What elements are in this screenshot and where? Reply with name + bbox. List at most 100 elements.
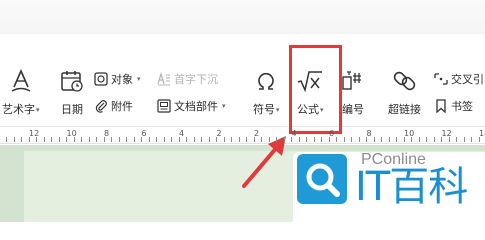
hyperlink-button[interactable]: 超链接 [388, 68, 421, 117]
ruler-tick [13, 137, 15, 142]
ruler-tick [261, 137, 262, 142]
ruler-tick [6, 137, 7, 142]
ruler-tick [223, 137, 225, 142]
ruler-tick [148, 137, 150, 142]
ruler-tick [231, 137, 232, 142]
object-icon [94, 72, 108, 86]
magnifier-logo-icon [297, 154, 347, 204]
ruler-tick [51, 137, 52, 142]
ruler-tick [321, 137, 322, 142]
ruler-tick [426, 137, 427, 142]
omega-icon [253, 68, 279, 94]
bookmark-icon [434, 99, 448, 113]
drop-cap-icon [157, 72, 171, 86]
ruler-tick [21, 137, 22, 142]
paperclip-icon [94, 99, 108, 113]
ruler-tick [433, 137, 435, 142]
ruler-number: 6 [141, 129, 147, 138]
ruler-number: 6 [329, 129, 335, 138]
document-parts-icon [157, 99, 171, 113]
object-button[interactable]: 对象 ▾ [94, 71, 141, 87]
wordart-button[interactable]: 艺术字▾ [2, 68, 40, 117]
ruler-tick [126, 137, 127, 142]
symbol-label: 符号 [253, 103, 275, 116]
ruler-tick [456, 137, 457, 142]
ruler-tick [186, 137, 187, 142]
calendar-icon [59, 68, 85, 94]
document-parts-button[interactable]: 文档部件 ▾ [157, 98, 226, 114]
ruler-tick [238, 137, 240, 142]
ruler-tick [418, 137, 420, 142]
ruler-tick [81, 137, 82, 142]
ruler-tick [343, 137, 345, 142]
drop-cap-button[interactable]: 首字下沉 [157, 71, 218, 87]
symbol-button[interactable]: 符号▾ [253, 68, 280, 117]
ruler-tick [111, 137, 112, 142]
hyperlink-label: 超链接 [388, 103, 421, 116]
cross-reference-label: 交叉引 [451, 73, 484, 86]
ruler-tick [193, 137, 195, 142]
ruler-tick [246, 137, 247, 142]
formula-highlight-box [289, 45, 342, 134]
symbol-dropdown-icon[interactable]: ▾ [276, 106, 280, 114]
document-parts-dropdown-icon[interactable]: ▾ [222, 102, 226, 110]
ruler-tick [306, 137, 307, 142]
ruler-number: 12 [29, 129, 40, 138]
ruler-tick [201, 137, 202, 142]
ruler-tick [171, 137, 172, 142]
bookmark-button[interactable]: 书签 [434, 98, 473, 114]
annotation-arrow-icon [242, 136, 286, 188]
ruler-number: 4 [291, 129, 297, 138]
ruler-tick [208, 137, 210, 142]
document-parts-label: 文档部件 [174, 100, 218, 113]
ruler-tick [471, 137, 472, 142]
ruler-tick [163, 137, 165, 142]
ruler-tick [336, 137, 337, 142]
ruler-tick [396, 137, 397, 142]
ruler-tick [463, 137, 465, 142]
ruler-tick [43, 137, 45, 142]
ruler-number: 10 [404, 129, 415, 138]
link-icon [392, 68, 418, 94]
cross-reference-button[interactable]: 交叉引 [434, 71, 484, 87]
wordart-dropdown-icon[interactable]: ▾ [36, 106, 40, 114]
ruler-tick [298, 137, 300, 142]
object-label: 对象 [111, 73, 133, 86]
ruler-tick [381, 137, 382, 142]
ruler-number: 8 [366, 129, 372, 138]
ruler-tick [268, 137, 270, 142]
bookmark-label: 书签 [451, 100, 473, 113]
ruler-number: 4 [179, 129, 185, 138]
ruler-tick [133, 137, 135, 142]
ruler-number: 8 [104, 129, 110, 138]
wordart-icon [8, 68, 34, 94]
ruler-number: 10 [66, 129, 77, 138]
attachment-label: 附件 [111, 100, 133, 113]
ruler-number: 2 [254, 129, 260, 138]
window-top-band [0, 0, 485, 34]
numbering-button[interactable]: 编号 [340, 68, 366, 117]
watermark-text: IT百科 [355, 164, 468, 210]
ruler-number: 12 [441, 129, 452, 138]
date-button[interactable]: 日期 [59, 68, 85, 117]
ruler-tick [118, 137, 120, 142]
ruler-number: 2 [216, 129, 222, 138]
drop-cap-label: 首字下沉 [174, 73, 218, 86]
object-dropdown-icon[interactable]: ▾ [137, 75, 141, 83]
cross-reference-icon [434, 72, 448, 86]
attachment-button[interactable]: 附件 [94, 98, 133, 114]
ruler-tick [96, 137, 97, 142]
ruler-tick [358, 137, 360, 142]
date-label: 日期 [61, 103, 83, 116]
ruler-tick [88, 137, 90, 142]
ruler-tick [276, 137, 277, 142]
wordart-label: 艺术字 [2, 103, 35, 116]
ruler-tick [351, 137, 352, 142]
ruler-tick [58, 137, 60, 142]
ruler-tick [283, 137, 285, 142]
ruler-tick [313, 137, 315, 142]
ruler-tick [156, 137, 157, 142]
ruler-tick [373, 137, 375, 142]
ruler-number: 14 [479, 129, 485, 138]
numbering-label: 编号 [342, 103, 364, 116]
